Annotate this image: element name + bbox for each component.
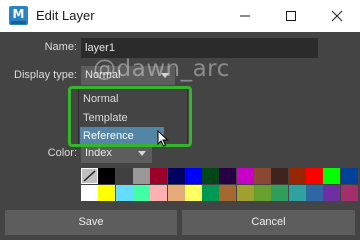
palette-swatch[interactable] — [254, 185, 271, 201]
palette-swatch[interactable] — [306, 185, 323, 201]
palette-swatch[interactable] — [150, 185, 167, 201]
palette-swatch[interactable] — [116, 168, 133, 184]
name-label: Name: — [44, 41, 77, 53]
palette-swatch[interactable] — [219, 185, 236, 201]
name-input[interactable]: layer1 — [81, 38, 318, 58]
mouse-pointer-icon — [157, 130, 169, 147]
color-mode-value: Index — [85, 147, 112, 159]
palette-swatch[interactable] — [168, 185, 185, 201]
window-title: Edit Layer — [36, 8, 95, 23]
watermark: @dawn_arc — [93, 56, 230, 82]
maximize-button[interactable] — [268, 0, 314, 32]
palette-swatch[interactable] — [289, 168, 306, 184]
annotation-highlight-box — [68, 86, 192, 147]
palette-swatch[interactable] — [254, 168, 271, 184]
palette-swatch[interactable] — [323, 185, 340, 201]
chevron-down-icon — [138, 151, 146, 156]
palette-swatch[interactable] — [341, 185, 358, 201]
save-button[interactable]: Save — [5, 210, 177, 235]
palette-swatch[interactable] — [98, 185, 115, 201]
palette-swatch[interactable] — [237, 185, 254, 201]
palette-swatch[interactable] — [150, 168, 167, 184]
palette-swatch[interactable] — [202, 168, 219, 184]
palette-swatch[interactable] — [185, 185, 202, 201]
palette-swatch[interactable] — [81, 185, 98, 201]
display-type-label: Display type: — [14, 69, 77, 81]
title-bar: M Edit Layer — [0, 0, 360, 32]
palette-swatch[interactable] — [271, 168, 288, 184]
palette-swatch[interactable] — [289, 185, 306, 201]
minimize-icon — [240, 15, 250, 17]
palette-swatch[interactable] — [219, 168, 236, 184]
palette-swatch[interactable] — [133, 185, 150, 201]
palette-swatch-none[interactable] — [81, 168, 98, 184]
no-color-icon — [83, 170, 96, 182]
palette-swatch[interactable] — [98, 168, 115, 184]
close-icon — [331, 10, 343, 22]
maximize-icon — [286, 11, 296, 21]
cancel-button[interactable]: Cancel — [182, 210, 355, 235]
minimize-button[interactable] — [222, 0, 268, 32]
palette-swatch[interactable] — [133, 168, 150, 184]
palette-swatch[interactable] — [341, 168, 358, 184]
palette-swatch[interactable] — [323, 168, 340, 184]
close-button[interactable] — [314, 0, 360, 32]
palette-swatch[interactable] — [306, 168, 323, 184]
palette-swatch[interactable] — [237, 168, 254, 184]
maya-icon: M — [9, 6, 28, 25]
palette-swatch[interactable] — [116, 185, 133, 201]
palette-swatch[interactable] — [202, 185, 219, 201]
palette-swatch[interactable] — [185, 168, 202, 184]
palette-swatch[interactable] — [168, 168, 185, 184]
color-label: Color: — [47, 147, 77, 159]
palette-swatch[interactable] — [271, 185, 288, 201]
